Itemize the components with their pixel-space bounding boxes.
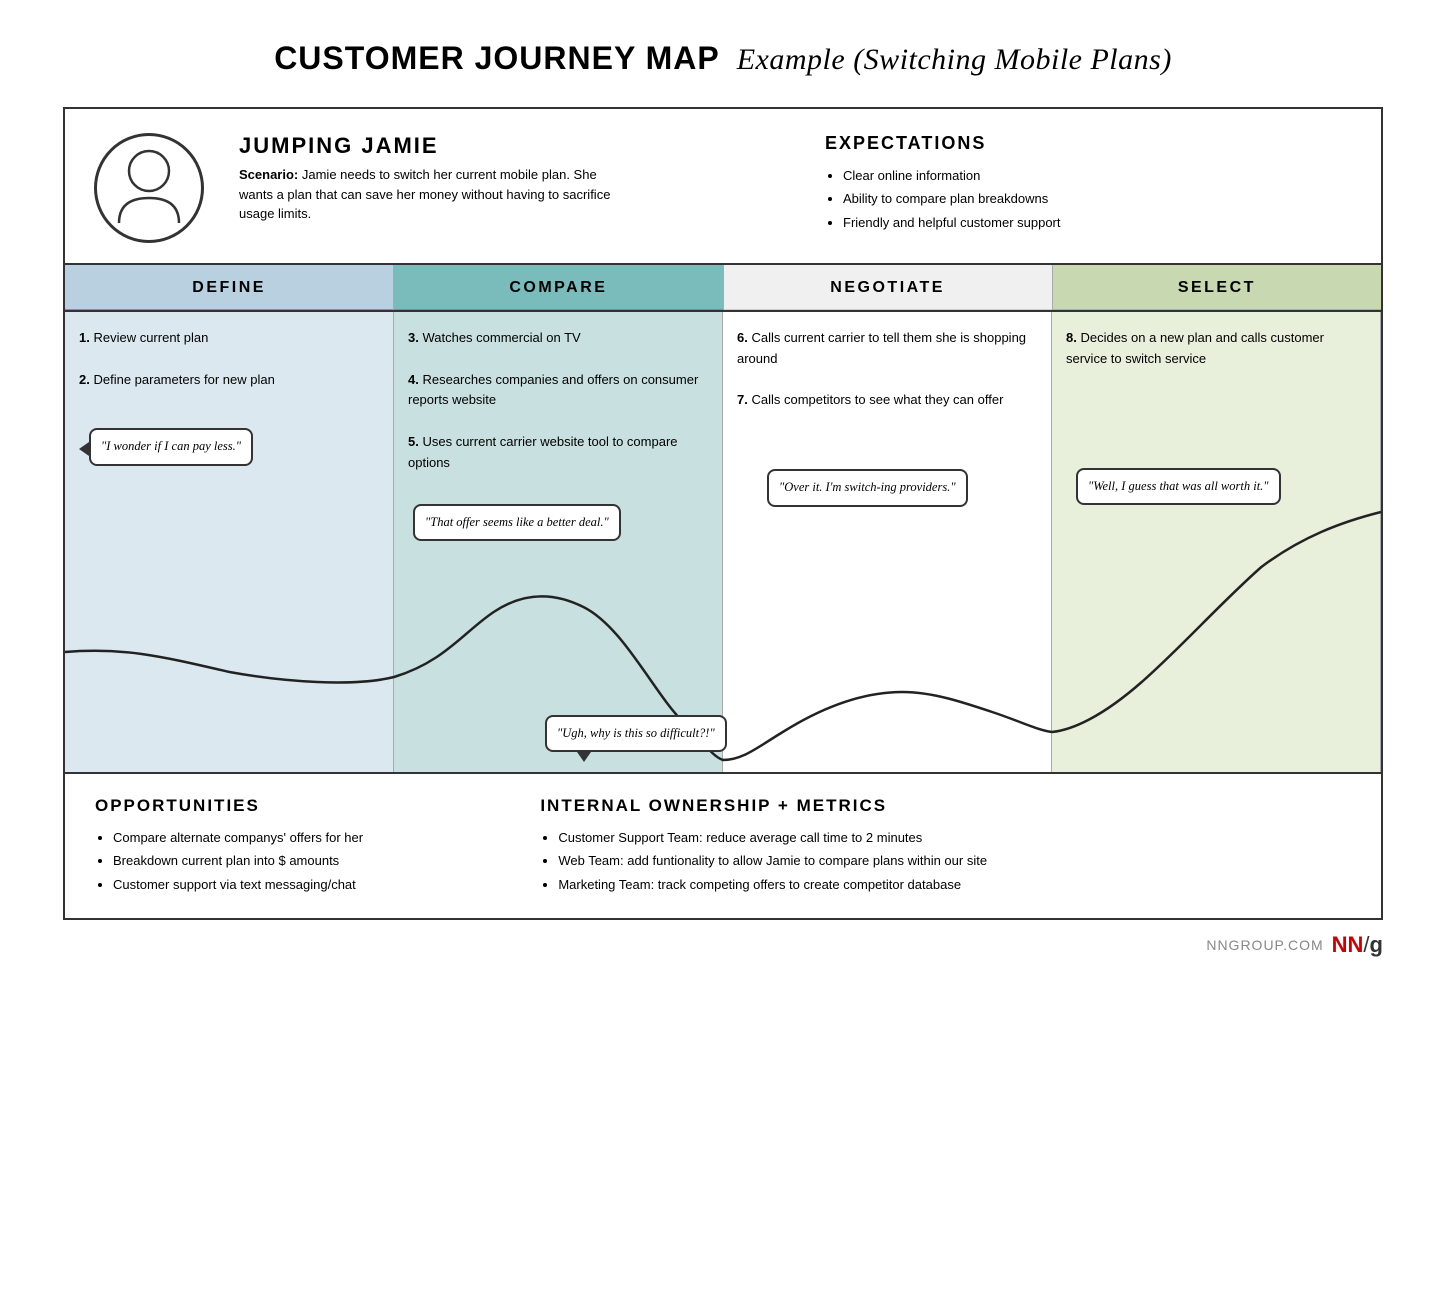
- list-item: Customer support via text messaging/chat: [113, 873, 500, 896]
- step-8-text: Decides on a new plan and calls customer…: [1066, 330, 1324, 366]
- stages-content-area: 1. Review current plan 2. Define paramet…: [65, 312, 1381, 774]
- step-3-text: Watches commercial on TV: [422, 330, 580, 345]
- step-4-text: Researches companies and offers on consu…: [408, 372, 698, 408]
- step-6-num: 6.: [737, 330, 748, 345]
- step-4-num: 4.: [408, 372, 419, 387]
- internal-col: INTERNAL OWNERSHIP + METRICS Customer Su…: [540, 796, 1351, 896]
- select-steps: 8. Decides on a new plan and calls custo…: [1066, 328, 1366, 370]
- stage-label-negotiate: NEGOTIATE: [830, 279, 945, 296]
- stage-label-compare: COMPARE: [509, 279, 607, 296]
- stage-header-negotiate: NEGOTIATE: [724, 265, 1052, 310]
- list-item: Clear online information: [843, 164, 1351, 187]
- internal-title: INTERNAL OWNERSHIP + METRICS: [540, 796, 1351, 816]
- opportunities-list: Compare alternate companys' offers for h…: [95, 826, 500, 896]
- list-item: Ability to compare plan breakdowns: [843, 187, 1351, 210]
- stage-label-select: SELECT: [1178, 279, 1256, 296]
- opportunities-title: OPPORTUNITIES: [95, 796, 500, 816]
- step-5-num: 5.: [408, 434, 419, 449]
- list-item: Marketing Team: track competing offers t…: [558, 873, 1351, 896]
- opportunities-col: OPPORTUNITIES Compare alternate companys…: [95, 796, 500, 896]
- stage-label-define: DEFINE: [192, 279, 266, 296]
- list-item: Breakdown current plan into $ amounts: [113, 849, 500, 872]
- list-item: Web Team: add funtionality to allow Jami…: [558, 849, 1351, 872]
- negotiate-bubble: "Over it. I'm switch-ing providers.": [767, 469, 968, 507]
- list-item: Friendly and helpful customer support: [843, 211, 1351, 234]
- list-item: Compare alternate companys' offers for h…: [113, 826, 500, 849]
- step-5-text: Uses current carrier website tool to com…: [408, 434, 678, 470]
- expectations-section: EXPECTATIONS Clear online information Ab…: [785, 133, 1351, 243]
- stage-negotiate: NEGOTIATE: [724, 265, 1053, 310]
- footer-logo-g: g: [1370, 932, 1383, 957]
- title-bold: CUSTOMER JOURNEY MAP: [274, 40, 720, 76]
- avatar-wrapper: [89, 133, 209, 243]
- stages-header-row: DEFINE COMPARE NEGOTIATE SELECT: [65, 265, 1381, 312]
- footer-domain: NNGROUP.COM: [1206, 937, 1323, 953]
- compare-bubble1-wrapper: "That offer seems like a better deal.": [413, 496, 708, 542]
- step-7-num: 7.: [737, 392, 748, 407]
- footer-logo-nn: NN: [1332, 932, 1364, 957]
- page-title: CUSTOMER JOURNEY MAP Example (Switching …: [274, 40, 1172, 77]
- internal-list: Customer Support Team: reduce average ca…: [540, 826, 1351, 896]
- avatar: [94, 133, 204, 243]
- compare-steps: 3. Watches commercial on TV 4. Researche…: [408, 328, 708, 474]
- negotiate-steps: 6. Calls current carrier to tell them sh…: [737, 328, 1037, 411]
- step-7-text: Calls competitors to see what they can o…: [751, 392, 1003, 407]
- stage-header-select: SELECT: [1053, 265, 1381, 310]
- step-1-num: 1.: [79, 330, 90, 345]
- stage-select: SELECT: [1053, 265, 1381, 310]
- stage-header-compare: COMPARE: [394, 265, 722, 310]
- footer: NNGROUP.COM NN/g: [63, 920, 1383, 958]
- persona-name: JUMPING JAMIE: [239, 133, 765, 159]
- select-col-content: 8. Decides on a new plan and calls custo…: [1052, 312, 1381, 772]
- list-item: Customer Support Team: reduce average ca…: [558, 826, 1351, 849]
- negotiate-bubble-wrapper: "Over it. I'm switch-ing providers.": [767, 461, 1037, 507]
- bottom-section: OPPORTUNITIES Compare alternate companys…: [65, 774, 1381, 918]
- define-bubble: "I wonder if I can pay less.": [89, 428, 253, 466]
- stage-compare: COMPARE: [394, 265, 723, 310]
- step-8-num: 8.: [1066, 330, 1077, 345]
- main-frame: JUMPING JAMIE Scenario: Jamie needs to s…: [63, 107, 1383, 920]
- define-bubble-wrapper: "I wonder if I can pay less.": [89, 420, 379, 466]
- stage-header-define: DEFINE: [65, 265, 393, 310]
- avatar-svg: [109, 143, 189, 233]
- persona-section: JUMPING JAMIE Scenario: Jamie needs to s…: [65, 109, 1381, 265]
- negotiate-col-content: 6. Calls current carrier to tell them sh…: [723, 312, 1052, 772]
- persona-scenario: Scenario: Jamie needs to switch her curr…: [239, 165, 619, 224]
- compare-bubble-2-abs: "Ugh, why is this so difficult?!": [545, 707, 727, 753]
- scenario-label: Scenario:: [239, 167, 298, 182]
- select-bubble: "Well, I guess that was all worth it.": [1076, 468, 1281, 506]
- step-6-text: Calls current carrier to tell them she i…: [737, 330, 1026, 366]
- compare-bubble-2: "Ugh, why is this so difficult?!": [545, 715, 727, 753]
- select-bubble-wrapper: "Well, I guess that was all worth it.": [1076, 460, 1366, 506]
- step-2-text: Define parameters for new plan: [93, 372, 274, 387]
- step-3-num: 3.: [408, 330, 419, 345]
- step-1-text: Review current plan: [93, 330, 208, 345]
- expectations-list: Clear online information Ability to comp…: [825, 164, 1351, 234]
- define-col-content: 1. Review current plan 2. Define paramet…: [65, 312, 394, 772]
- title-italic: Example (Switching Mobile Plans): [737, 43, 1172, 76]
- step-2-num: 2.: [79, 372, 90, 387]
- persona-info: JUMPING JAMIE Scenario: Jamie needs to s…: [229, 133, 765, 243]
- compare-col-content: 3. Watches commercial on TV 4. Researche…: [394, 312, 723, 772]
- stage-define: DEFINE: [65, 265, 394, 310]
- compare-bubble-1: "That offer seems like a better deal.": [413, 504, 621, 542]
- define-steps: 1. Review current plan 2. Define paramet…: [79, 328, 379, 390]
- footer-brand: NNGROUP.COM NN/g: [1206, 932, 1383, 958]
- expectations-title: EXPECTATIONS: [825, 133, 1351, 154]
- footer-logo: NN/g: [1332, 932, 1383, 958]
